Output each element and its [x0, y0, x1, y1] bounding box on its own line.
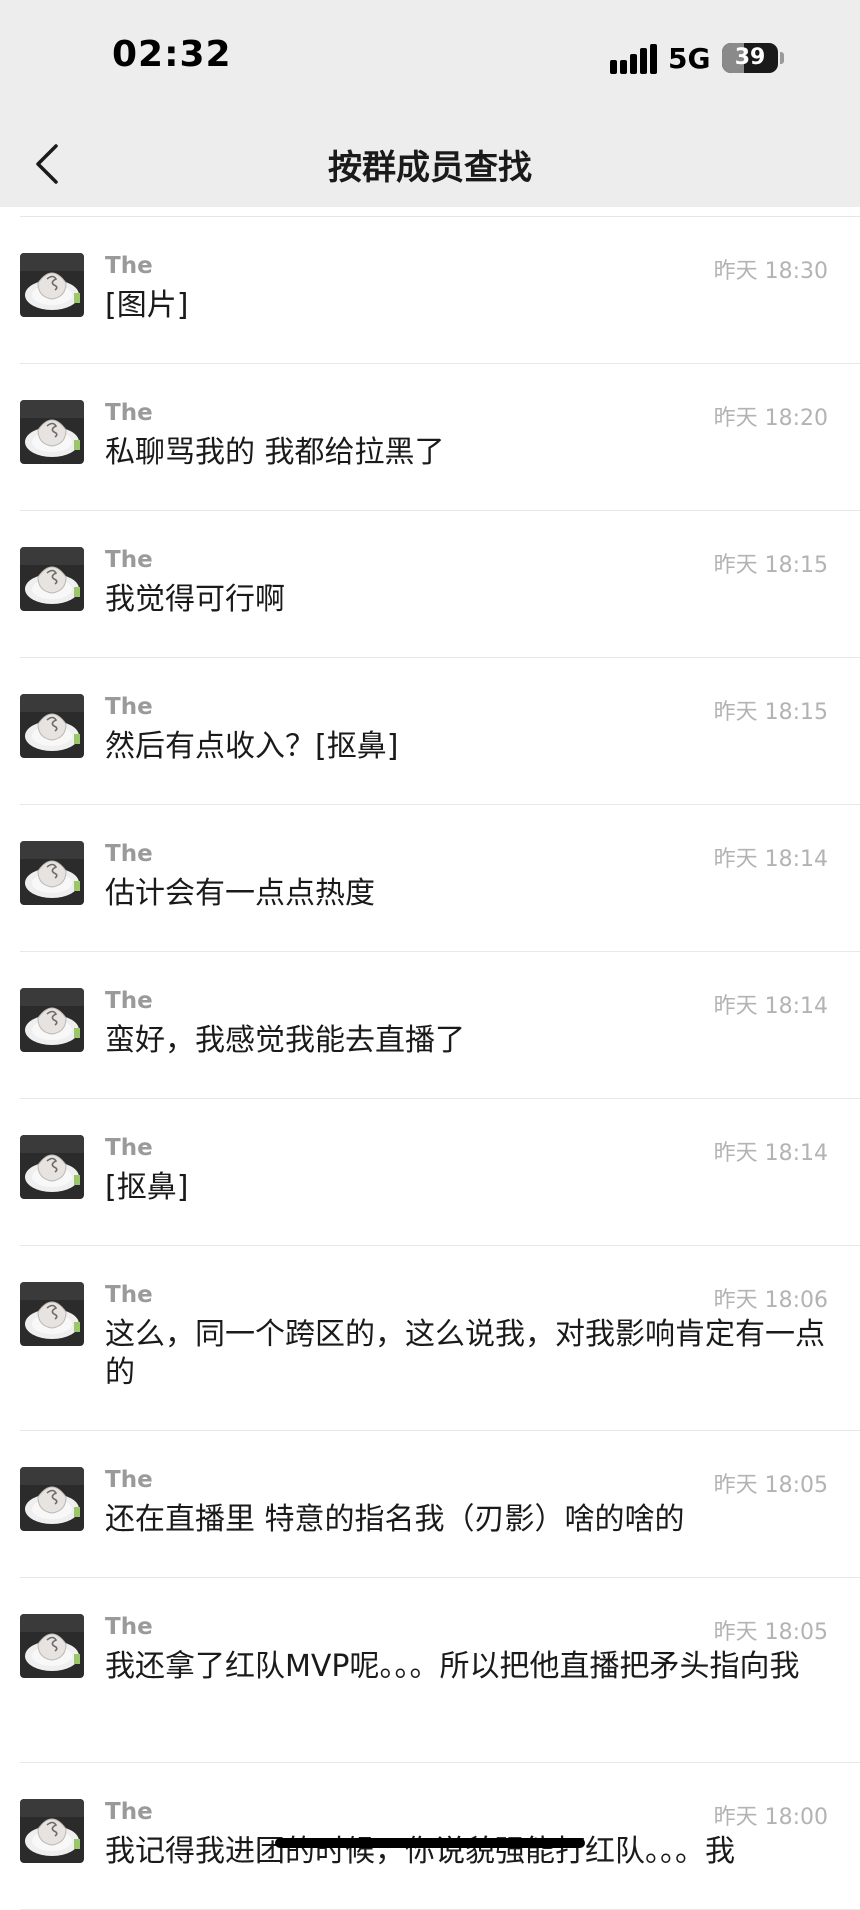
top-bar: 02:32 5G 39 按群成员查找 — [0, 0, 860, 207]
message-row[interactable]: The 昨天 18:05 还在直播里 特意的指名我（刃影）啥的啥的 — [0, 1431, 860, 1578]
message-row[interactable]: The 昨天 18:05 我还拿了红队MVP呢。。。所以把他直播把矛头指向我 — [0, 1578, 860, 1763]
message-text: [抠鼻] — [105, 1170, 189, 1205]
message-time: 昨天 18:06 — [713, 1288, 828, 1313]
sender-name: The — [105, 1135, 153, 1161]
message-time: 昨天 18:14 — [713, 994, 828, 1019]
avatar[interactable] — [20, 988, 84, 1052]
sender-name: The — [105, 1614, 153, 1640]
avatar[interactable] — [20, 400, 84, 464]
home-indicator[interactable] — [275, 1838, 585, 1848]
avatar[interactable] — [20, 1467, 84, 1531]
message-time: 昨天 18:14 — [713, 1141, 828, 1166]
avatar[interactable] — [20, 1135, 84, 1199]
message-time: 昨天 18:14 — [713, 847, 828, 872]
message-row[interactable]: The 昨天 18:06 这么，同一个跨区的，这么说我，对我影响肯定有一点的 — [0, 1246, 860, 1431]
sender-name: The — [105, 694, 153, 720]
message-text: 我还拿了红队MVP呢。。。所以把他直播把矛头指向我 — [105, 1649, 800, 1684]
message-text: 还在直播里 特意的指名我（刃影）啥的啥的 — [105, 1502, 685, 1537]
message-time: 昨天 18:05 — [713, 1473, 828, 1498]
message-time: 昨天 18:30 — [713, 259, 828, 284]
message-text: [图片] — [105, 288, 189, 323]
message-text: 这么，同一个跨区的，这么说我，对我影响肯定有一点的 — [105, 1317, 825, 1390]
message-list[interactable]: The 昨天 18:30 [图片] The 昨天 18:20 私聊骂我的 我都给拉黑了 Th… — [0, 217, 860, 1910]
sender-name: The — [105, 988, 153, 1014]
sender-name: The — [105, 253, 153, 279]
message-time: 昨天 18:20 — [713, 406, 828, 431]
message-text: 蛮好，我感觉我能去直播了 — [105, 1023, 465, 1058]
sender-name: The — [105, 547, 153, 573]
battery-level: 39 — [734, 45, 766, 70]
message-row[interactable]: The 昨天 18:15 然后有点收入？[抠鼻] — [0, 658, 860, 805]
message-text: 私聊骂我的 我都给拉黑了 — [105, 435, 445, 470]
message-row[interactable]: The 昨天 18:30 [图片] — [0, 217, 860, 364]
avatar[interactable] — [20, 694, 84, 758]
avatar[interactable] — [20, 1799, 84, 1863]
sender-name: The — [105, 841, 153, 867]
message-row[interactable]: The 昨天 18:15 我觉得可行啊 — [0, 511, 860, 658]
message-row[interactable]: The 昨天 18:14 [抠鼻] — [0, 1099, 860, 1246]
avatar[interactable] — [20, 1282, 84, 1346]
message-row[interactable]: The 昨天 18:20 私聊骂我的 我都给拉黑了 — [0, 364, 860, 511]
message-time: 昨天 18:00 — [713, 1805, 828, 1830]
message-row[interactable]: The 昨天 18:14 蛮好，我感觉我能去直播了 — [0, 952, 860, 1099]
network-type: 5G — [668, 42, 711, 75]
battery-nub — [780, 52, 784, 64]
page-title: 按群成员查找 — [328, 148, 532, 188]
status-time: 02:32 — [112, 34, 232, 75]
sender-name: The — [105, 1282, 153, 1308]
sender-name: The — [105, 400, 153, 426]
avatar[interactable] — [20, 547, 84, 611]
avatar[interactable] — [20, 841, 84, 905]
avatar[interactable] — [20, 1614, 84, 1678]
message-time: 昨天 18:15 — [713, 700, 828, 725]
message-time: 昨天 18:15 — [713, 553, 828, 578]
battery-icon: 39 — [722, 43, 778, 73]
signal-icon — [610, 44, 657, 74]
sender-name: The — [105, 1799, 153, 1825]
message-row[interactable]: The 昨天 18:00 我记得我进团的时候，你说貌强能打红队。。。我 — [0, 1763, 860, 1910]
sender-name: The — [105, 1467, 153, 1493]
message-row[interactable]: The 昨天 18:14 估计会有一点点热度 — [0, 805, 860, 952]
message-text: 估计会有一点点热度 — [105, 876, 375, 911]
message-time: 昨天 18:05 — [713, 1620, 828, 1645]
message-text: 我觉得可行啊 — [105, 582, 285, 617]
message-text: 然后有点收入？[抠鼻] — [105, 729, 399, 764]
avatar[interactable] — [20, 253, 84, 317]
